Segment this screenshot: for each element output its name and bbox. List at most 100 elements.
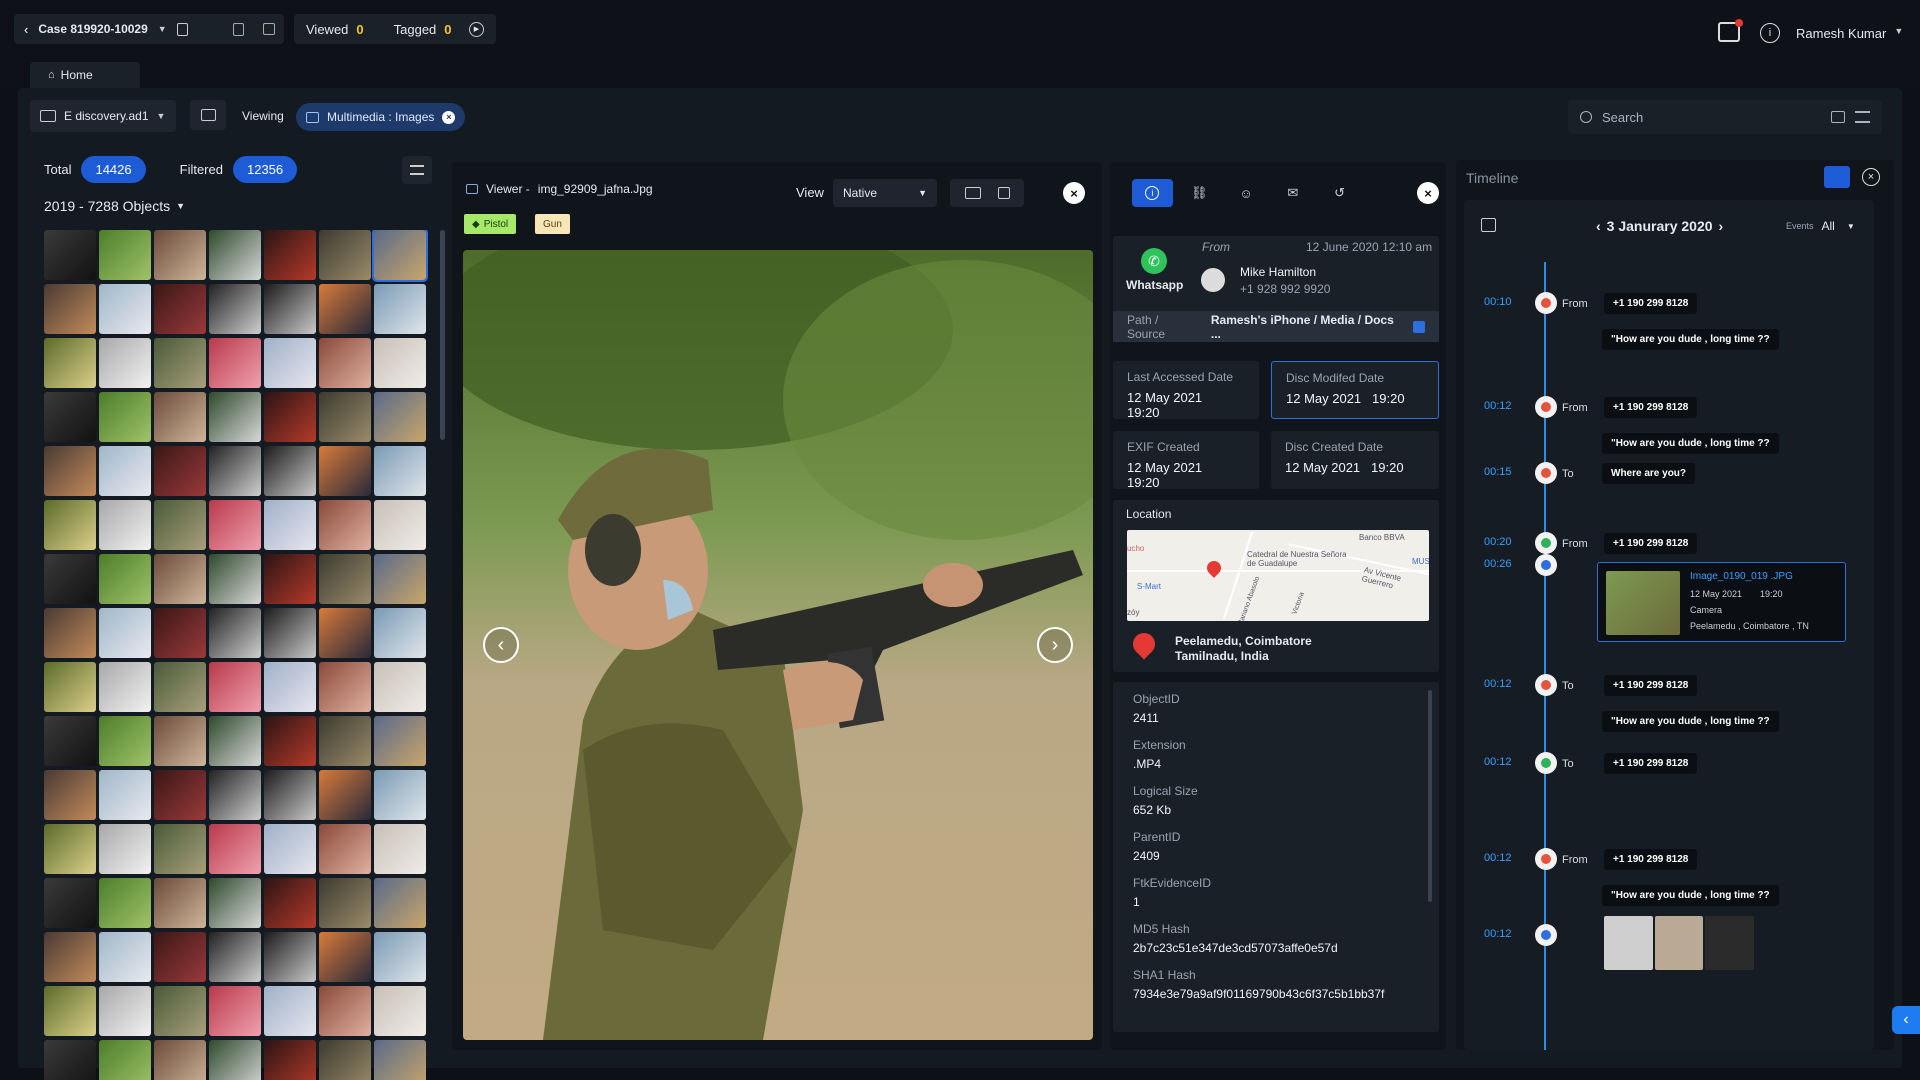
group-header[interactable]: 2019 - 7288 Objects ▼ xyxy=(44,198,185,214)
timeline-event-icon[interactable] xyxy=(1535,674,1557,696)
thumbnail[interactable] xyxy=(319,284,371,334)
thumbnail[interactable] xyxy=(99,1040,151,1080)
thumbnail[interactable] xyxy=(374,392,426,442)
timeline-message[interactable]: Where are you? xyxy=(1602,463,1696,484)
thumbnail[interactable] xyxy=(264,608,316,658)
thumbnail[interactable] xyxy=(44,392,96,442)
thumbnail[interactable] xyxy=(99,608,151,658)
timeline-image-card[interactable]: Image_0190_019 .JPG 12 May 2021 Camera Peel… xyxy=(1597,562,1846,642)
filter-chip-multimedia[interactable]: Multimedia : Images × xyxy=(296,103,466,131)
thumbnail[interactable] xyxy=(374,608,426,658)
chevron-down-icon[interactable]: ▼ xyxy=(158,24,167,34)
thumbnail[interactable] xyxy=(374,932,426,982)
timeline-number[interactable]: +1 190 299 8128 xyxy=(1604,753,1698,774)
grid-scrollbar[interactable] xyxy=(440,230,445,440)
timeline-event-icon[interactable] xyxy=(1535,292,1557,314)
thumbnail[interactable] xyxy=(374,770,426,820)
thumbnail[interactable] xyxy=(374,554,426,604)
thumbnail[interactable] xyxy=(264,1040,316,1080)
thumbnail[interactable] xyxy=(374,878,426,928)
thumbnail[interactable] xyxy=(264,824,316,874)
thumbnail[interactable] xyxy=(319,824,371,874)
thumbnail[interactable] xyxy=(44,230,96,280)
thumbnail[interactable] xyxy=(319,878,371,928)
timeline-strip-thumbnail[interactable] xyxy=(1604,916,1653,970)
thumbnail[interactable] xyxy=(99,986,151,1036)
thumbnail[interactable] xyxy=(209,608,261,658)
thumbnail[interactable] xyxy=(99,392,151,442)
saved-search-icon[interactable] xyxy=(1831,111,1845,123)
thumbnail[interactable] xyxy=(209,716,261,766)
thumbnail[interactable] xyxy=(264,500,316,550)
thumbnail[interactable] xyxy=(319,446,371,496)
thumbnail[interactable] xyxy=(154,1040,206,1080)
timeline-message[interactable]: "How are you dude , long time ?? xyxy=(1602,433,1779,454)
thumbnail[interactable] xyxy=(44,1040,96,1080)
thumbnail[interactable] xyxy=(44,662,96,712)
thumbnail[interactable] xyxy=(154,338,206,388)
thumbnail[interactable] xyxy=(99,554,151,604)
thumbnail[interactable] xyxy=(264,716,316,766)
tag-pistol[interactable]: ◆ Pistol xyxy=(464,214,517,234)
chevron-left-icon[interactable]: ‹ xyxy=(1596,218,1601,234)
thumbnail[interactable] xyxy=(44,824,96,874)
thumbnail[interactable] xyxy=(44,716,96,766)
thumbnail[interactable] xyxy=(374,716,426,766)
thumbnail[interactable] xyxy=(374,500,426,550)
thumbnail[interactable] xyxy=(209,878,261,928)
thumbnail[interactable] xyxy=(319,230,371,280)
thumbnail[interactable] xyxy=(264,284,316,334)
thumbnail[interactable] xyxy=(154,770,206,820)
timeline-image-strip[interactable] xyxy=(1604,916,1755,970)
thumbnail[interactable] xyxy=(264,878,316,928)
thumbnail[interactable] xyxy=(372,230,428,282)
thumbnail[interactable] xyxy=(44,986,96,1036)
thumbnail[interactable] xyxy=(319,662,371,712)
thumbnail[interactable] xyxy=(44,878,96,928)
thumbnail[interactable] xyxy=(154,500,206,550)
thumbnail[interactable] xyxy=(99,338,151,388)
document-icon[interactable] xyxy=(233,22,245,36)
thumbnail[interactable] xyxy=(264,392,316,442)
thumbnail[interactable] xyxy=(319,770,371,820)
thumbnail[interactable] xyxy=(319,1040,371,1080)
external-link-icon[interactable] xyxy=(997,187,1010,199)
browse-folder-button[interactable] xyxy=(190,100,226,130)
advanced-search-icon[interactable] xyxy=(1855,111,1870,123)
thumbnail[interactable] xyxy=(209,824,261,874)
thumbnail[interactable] xyxy=(154,716,206,766)
thumbnail[interactable] xyxy=(44,500,96,550)
thumbnail[interactable] xyxy=(44,932,96,982)
camera-alert-icon[interactable] xyxy=(1718,19,1743,42)
thumbnail[interactable] xyxy=(154,824,206,874)
thumbnail[interactable] xyxy=(319,986,371,1036)
thumbnail[interactable] xyxy=(264,338,316,388)
chevron-right-icon[interactable]: › xyxy=(1719,218,1724,234)
thumbnail[interactable] xyxy=(319,608,371,658)
thumbnail[interactable] xyxy=(99,446,151,496)
info-icon[interactable]: i xyxy=(1760,23,1780,43)
thumbnail[interactable] xyxy=(209,770,261,820)
timeline-message[interactable]: "How are you dude , long time ?? xyxy=(1602,711,1779,732)
thumbnail[interactable] xyxy=(209,338,261,388)
close-viewer-button[interactable]: × xyxy=(1063,182,1085,204)
thumbnail[interactable] xyxy=(374,446,426,496)
thumbnail[interactable] xyxy=(319,716,371,766)
thumbnail[interactable] xyxy=(154,986,206,1036)
timeline-number[interactable]: +1 190 299 8128 xyxy=(1604,397,1698,418)
thumbnail[interactable] xyxy=(99,716,151,766)
view-mode-dropdown[interactable]: Native ▼ xyxy=(833,179,937,207)
timeline-message[interactable]: "How are you dude , long time ?? xyxy=(1602,329,1779,350)
location-map[interactable]: Banco BBVA Catedral de Nuestra Señora de… xyxy=(1127,530,1429,621)
thumbnail[interactable] xyxy=(99,662,151,712)
thumbnail[interactable] xyxy=(209,554,261,604)
thumbnail[interactable] xyxy=(44,284,96,334)
thumbnail[interactable] xyxy=(99,770,151,820)
play-circle-icon[interactable]: ▶ xyxy=(469,21,484,37)
timeline-number[interactable]: +1 190 299 8128 xyxy=(1604,533,1698,554)
thumbnail[interactable] xyxy=(319,554,371,604)
thumbnail[interactable] xyxy=(374,662,426,712)
events-filter[interactable]: Events All ▼ xyxy=(1786,219,1855,233)
timeline-number[interactable]: +1 190 299 8128 xyxy=(1604,293,1698,314)
thumbnail[interactable] xyxy=(154,608,206,658)
